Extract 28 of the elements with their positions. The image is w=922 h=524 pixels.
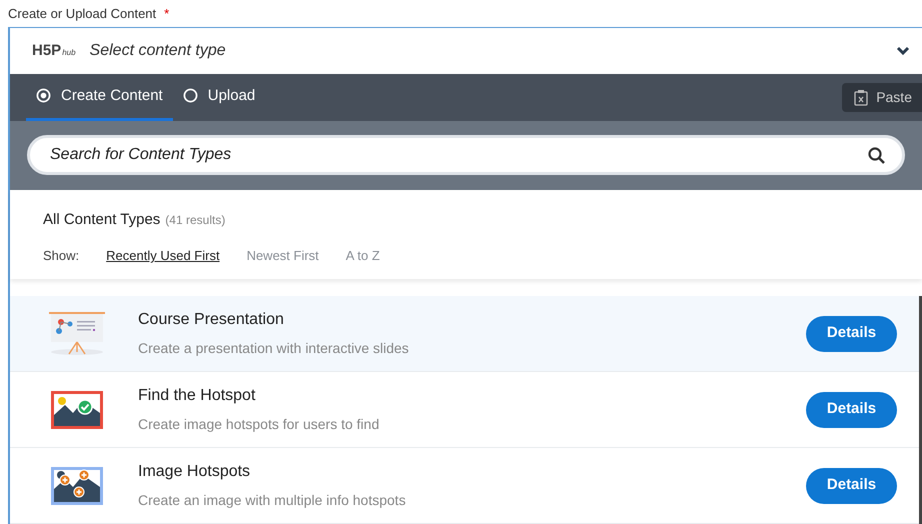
sort-label: Show: [43,247,80,266]
details-button[interactable]: Details [806,392,897,428]
content-type-row[interactable]: Course Presentation Create a presentation with interactive slides Details [10,296,919,372]
selector-title: Select content type [90,40,226,61]
radio-icon [182,88,198,104]
sort-option[interactable]: Recently Used First [106,246,220,266]
field-label: Create or Upload Content [8,4,156,23]
tab[interactable]: Upload [172,74,266,122]
image-check-icon [51,390,103,429]
logo: H5Phub [32,40,76,61]
image-hotspots-icon [51,466,103,505]
details-button[interactable]: Details [806,316,897,352]
presentation-board-icon [49,312,105,356]
search-icon [868,146,885,164]
content-type-description: Create an image with multiple info hotspots [138,491,406,510]
content-type-title: Course Presentation [138,310,285,330]
content-type-title: Image Hotspots [138,462,252,482]
search-field[interactable]: Search for Content Types [27,135,905,176]
radio-icon [36,88,51,104]
paste-button[interactable]: Paste [842,82,922,112]
content-type-description: Create image hotspots for users to find [138,415,380,434]
details-button[interactable]: Details [806,468,897,504]
content-type-title: Find the Hotspot [138,386,256,406]
result-count: (41 results) [165,212,226,229]
list-title: All Content Types [43,210,160,230]
clipboard-icon [854,88,868,106]
content-type-description: Create a presentation with interactive slides [138,339,409,358]
required-mark: * [164,4,170,23]
